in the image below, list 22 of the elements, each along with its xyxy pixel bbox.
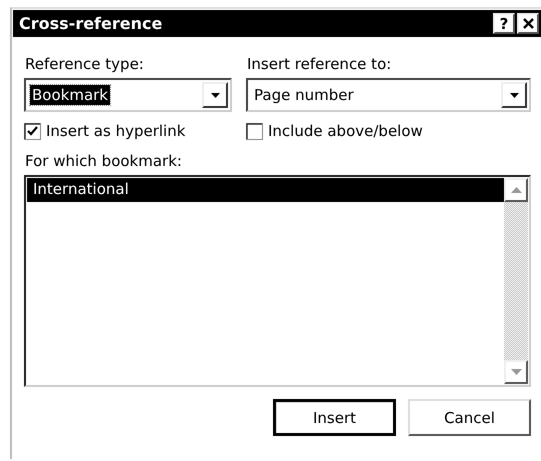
scroll-up-icon[interactable] xyxy=(510,187,522,193)
field-label: Insert reference to: xyxy=(247,55,392,73)
dialog-button[interactable]: Insert xyxy=(273,399,396,436)
dropdown[interactable]: Page number xyxy=(246,78,531,112)
help-button[interactable]: ? xyxy=(493,13,515,34)
close-button[interactable] xyxy=(517,13,539,34)
window-title: Cross-reference xyxy=(19,14,164,33)
scrollbar[interactable] xyxy=(504,178,528,384)
list-label: For which bookmark: xyxy=(25,152,182,170)
dropdown[interactable]: Bookmark xyxy=(24,78,232,112)
field-label: Reference type: xyxy=(25,55,144,73)
checkbox[interactable] xyxy=(246,122,263,140)
dialog-button[interactable]: Cancel xyxy=(408,399,531,436)
dropdown-arrow-icon xyxy=(210,92,220,98)
bookmark-list[interactable]: International xyxy=(24,175,531,387)
checkbox-label: Insert as hyperlink xyxy=(46,122,186,140)
scroll-down-icon[interactable] xyxy=(510,369,522,375)
checkbox[interactable] xyxy=(24,122,41,140)
list-item[interactable]: International xyxy=(27,178,504,202)
close-icon[interactable] xyxy=(522,18,534,29)
dropdown-arrow-icon xyxy=(510,92,518,98)
checkbox-label: Include above/below xyxy=(268,122,423,140)
